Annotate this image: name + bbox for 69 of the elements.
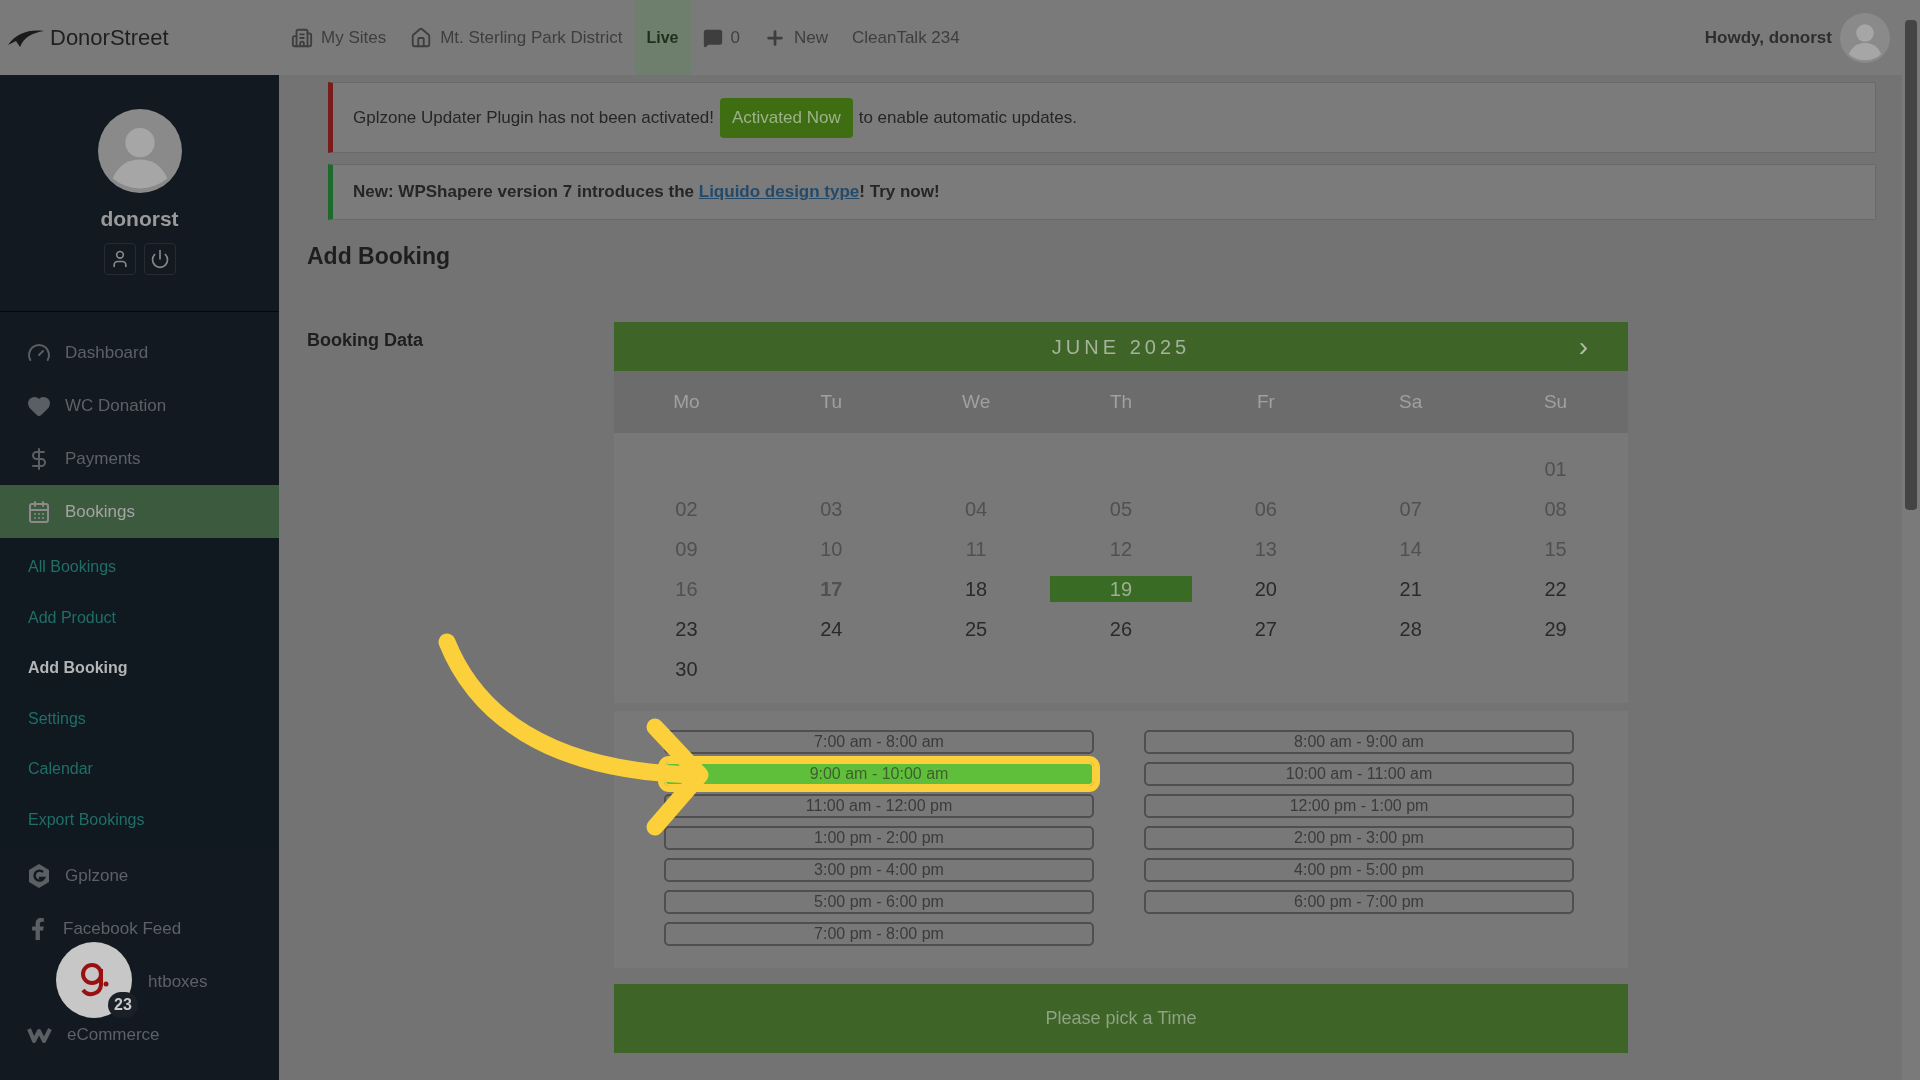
- time-slot-button[interactable]: 4:00 pm - 5:00 pm: [1144, 858, 1574, 882]
- notice-text: to enable automatic updates.: [858, 106, 1078, 129]
- calendar-day[interactable]: 19: [1050, 576, 1192, 602]
- time-slot-button[interactable]: 2:00 pm - 3:00 pm: [1144, 826, 1574, 850]
- submenu-item[interactable]: Add Product: [0, 592, 279, 643]
- menu-item[interactable]: Payments: [65, 445, 141, 472]
- time-slot-button[interactable]: 3:00 pm - 4:00 pm: [664, 858, 1094, 882]
- calendar-icon: [27, 499, 51, 524]
- submenu-item[interactable]: Add Booking: [0, 643, 279, 694]
- calendar-day[interactable]: 23: [615, 616, 758, 642]
- profile-button[interactable]: [103, 242, 136, 275]
- submenu-item[interactable]: Settings: [0, 693, 279, 744]
- home-icon: [410, 26, 433, 49]
- time-slot-button[interactable]: 5:00 pm - 6:00 pm: [664, 890, 1094, 914]
- calendar-day[interactable]: 24: [760, 616, 903, 642]
- notice-text: Gplzone Updater Plugin has not been activated!: [353, 106, 715, 129]
- time-slot-button[interactable]: 8:00 am - 9:00 am: [1144, 730, 1574, 754]
- calendar-day[interactable]: 25: [905, 616, 1048, 642]
- greeting[interactable]: Howdy, donorst: [1704, 24, 1832, 51]
- calendar-day[interactable]: 30: [615, 656, 758, 682]
- time-slot-button[interactable]: 7:00 pm - 8:00 pm: [664, 922, 1094, 946]
- toolbar-link[interactable]: CleanTalk 234: [840, 24, 972, 51]
- menu-item[interactable]: eCommerce: [67, 1021, 160, 1048]
- zigzag-icon: [27, 1025, 53, 1044]
- toolbar-link[interactable]: New: [752, 24, 840, 51]
- time-slot-button[interactable]: 6:00 pm - 7:00 pm: [1144, 890, 1574, 914]
- month-title: JUNE 2025: [1051, 334, 1191, 360]
- scrollbar[interactable]: [1902, 0, 1920, 1080]
- menu-item[interactable]: Dashboard: [65, 339, 149, 366]
- next-month-button[interactable]: ›: [1578, 332, 1588, 361]
- calendar-day[interactable]: 29: [1484, 616, 1627, 642]
- activate-button[interactable]: Activated Now: [720, 97, 853, 138]
- submit-button[interactable]: Please pick a Time: [614, 984, 1628, 1053]
- time-slot-button[interactable]: 1:00 pm - 2:00 pm: [664, 826, 1094, 850]
- live-link[interactable]: Live: [634, 0, 691, 75]
- menu-item[interactable]: htboxes: [148, 968, 208, 995]
- user-avatar: [1840, 12, 1890, 63]
- submenu-item[interactable]: All Bookings: [0, 542, 279, 593]
- calendar-day[interactable]: 22: [1484, 576, 1627, 602]
- calendar-day[interactable]: 28: [1339, 616, 1482, 642]
- time-slot-button[interactable]: 12:00 pm - 1:00 pm: [1144, 794, 1574, 818]
- calendar-day[interactable]: 18: [905, 576, 1048, 602]
- toolbar-link[interactable]: My Sites: [279, 24, 399, 51]
- username: donorst: [100, 206, 179, 232]
- menu-item[interactable]: Bookings: [0, 485, 279, 538]
- calendar-day[interactable]: 20: [1194, 576, 1337, 602]
- field-label: Booking Data: [307, 329, 424, 352]
- time-slot-button[interactable]: 7:00 am - 8:00 am: [664, 730, 1094, 754]
- notice-text: New: WPShapere version 7 introduces the Liquido design type! Try now!: [353, 181, 940, 204]
- logout-button[interactable]: [143, 242, 176, 275]
- time-slot-button[interactable]: 11:00 am - 12:00 pm: [664, 794, 1094, 818]
- calendar-day[interactable]: 27: [1194, 616, 1337, 642]
- design-link[interactable]: Liquido design type: [698, 182, 860, 202]
- toolbar-link[interactable]: Mt. Sterling Park District: [398, 24, 635, 51]
- menu-item[interactable]: Gplzone: [65, 862, 129, 889]
- page-title: Add Booking: [307, 245, 452, 268]
- time-slot-button[interactable]: 10:00 am - 11:00 am: [1144, 762, 1574, 786]
- menu-item[interactable]: Facebook Feed: [63, 915, 182, 942]
- power-icon: [149, 248, 170, 269]
- submenu-item[interactable]: Calendar: [0, 744, 279, 795]
- calendar-day[interactable]: 26: [1050, 616, 1192, 642]
- menu-item[interactable]: WC Donation: [65, 392, 167, 419]
- comment-icon: [702, 27, 723, 48]
- calendar-day[interactable]: 21: [1339, 576, 1482, 602]
- toolbar-link[interactable]: 0: [690, 24, 752, 51]
- hexagon-icon: [27, 862, 51, 889]
- logo-text: DonorStreet: [50, 24, 169, 52]
- buildings-icon: [291, 26, 313, 49]
- submenu-item[interactable]: Export Bookings: [0, 794, 279, 845]
